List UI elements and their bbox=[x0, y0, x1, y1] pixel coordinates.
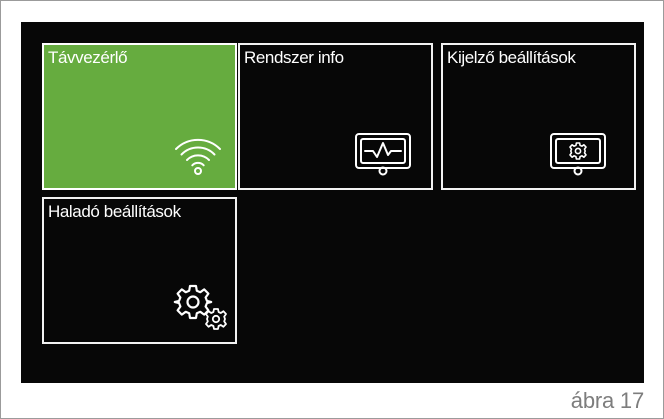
tile-remote-control-label: Távvezérlő bbox=[48, 48, 128, 67]
tile-remote-control[interactable]: Távvezérlő bbox=[42, 43, 237, 190]
tile-system-info[interactable]: Rendszer info bbox=[238, 43, 433, 190]
monitor-gear-icon bbox=[550, 133, 606, 176]
figure-frame: Távvezérlő Rendszer info Kijelző beállít… bbox=[0, 0, 664, 419]
tile-display-settings-label: Kijelző beállítások bbox=[447, 48, 576, 67]
tile-advanced-settings-label: Haladó beállítások bbox=[48, 202, 181, 221]
gears-icon bbox=[173, 284, 227, 330]
monitor-waveform-icon bbox=[355, 133, 411, 176]
figure-caption: ábra 17 bbox=[570, 388, 644, 413]
tile-advanced-settings[interactable]: Haladó beállítások bbox=[42, 197, 237, 344]
tile-system-info-label: Rendszer info bbox=[244, 48, 344, 67]
tile-display-settings[interactable]: Kijelző beállítások bbox=[441, 43, 636, 190]
wifi-icon bbox=[175, 138, 221, 175]
display-screen: Távvezérlő Rendszer info Kijelző beállít… bbox=[21, 22, 644, 383]
